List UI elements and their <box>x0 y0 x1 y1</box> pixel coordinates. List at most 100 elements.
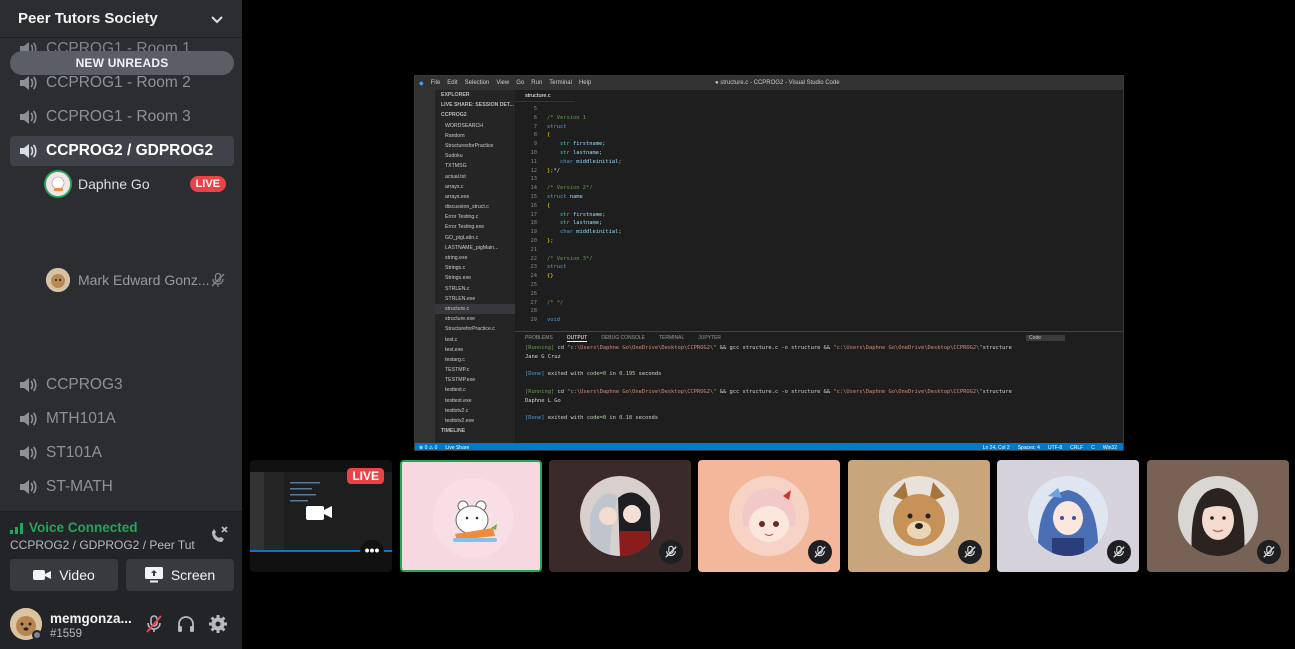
server-header[interactable]: Peer Tutors Society <box>0 0 242 38</box>
voice-user-daphne[interactable]: Daphne Go LIVE <box>46 170 234 198</box>
explorer-item[interactable]: LASTNAME_pigMain... <box>435 243 515 253</box>
more-options-button[interactable]: ••• <box>360 540 384 564</box>
explorer-item[interactable]: testtxtv2.exe <box>435 416 515 426</box>
explorer-item[interactable]: Error Testing.c <box>435 212 515 222</box>
explorer-item[interactable]: testtxtv2.c <box>435 406 515 416</box>
explorer-item[interactable]: CCPROG2 <box>435 110 515 120</box>
participant-tile-daphne[interactable] <box>400 460 542 572</box>
voice-status[interactable]: Voice Connected <box>10 520 138 535</box>
mic-muted-icon <box>814 545 826 558</box>
panel-tab[interactable]: JUPYTER <box>698 335 721 341</box>
chevron-down-icon[interactable] <box>210 12 224 26</box>
participant-tile-5[interactable] <box>997 460 1139 572</box>
explorer-item[interactable]: GO_pigLatin.c <box>435 233 515 243</box>
line-text: void <box>547 317 560 324</box>
explorer-item[interactable]: WORDSEARCH <box>435 121 515 131</box>
channel-ccprog2-gdprog2[interactable]: CCPROG2 / GDPROG2 <box>10 136 234 166</box>
code-line: 14 /* Version 2*/ <box>515 184 1123 193</box>
explorer-item[interactable]: actual.txt <box>435 172 515 182</box>
discord-app: Peer Tutors Society CCPROG1 - Room 1 NEW… <box>0 0 1295 649</box>
explorer-item[interactable]: Strings.c <box>435 263 515 273</box>
line-number: 26 <box>530 290 538 297</box>
screen-share-button[interactable]: Screen <box>126 559 234 591</box>
channel-st101a[interactable]: ST101A <box>10 438 234 468</box>
menu-go: Go <box>516 80 525 86</box>
participant-tile-3[interactable] <box>698 460 840 572</box>
camera-icon <box>33 570 52 580</box>
explorer-item[interactable]: discussion_struct.c <box>435 202 515 212</box>
explorer-item[interactable]: testtext.c <box>435 385 515 395</box>
explorer-item[interactable]: structure.exe <box>435 314 515 324</box>
speaker-icon <box>20 76 37 90</box>
live-badge: LIVE <box>347 468 384 484</box>
panel-tab[interactable]: PROBLEMS <box>525 335 553 341</box>
participant-tile-2[interactable] <box>549 460 691 572</box>
disconnect-icon[interactable] <box>208 524 230 546</box>
mic-muted-indicator <box>1107 540 1131 564</box>
line-number: 9 <box>533 141 537 148</box>
panel-tab[interactable]: TERMINAL <box>659 335 684 341</box>
explorer-item[interactable]: testtext.exe <box>435 396 515 406</box>
panel-tab[interactable]: DEBUG CONSOLE <box>601 335 645 341</box>
code-line: 6 /* Version 1 <box>515 114 1123 123</box>
voice-user-mark[interactable]: Mark Edward Gonz... <box>46 266 234 294</box>
explorer-item[interactable]: TESTMP.exe <box>435 375 515 385</box>
voice-location[interactable]: CCPROG2 / GDPROG2 / Peer Tut... <box>10 538 195 552</box>
explorer-item[interactable]: arrays.c <box>435 182 515 192</box>
live-badge: LIVE <box>189 176 226 192</box>
explorer-item[interactable]: StructureforPractice.c <box>435 324 515 334</box>
code-line: 25 <box>515 281 1123 290</box>
channel-ccprog3[interactable]: CCPROG3 <box>10 370 234 400</box>
channel-label: CCPROG2 / GDPROG2 <box>46 142 214 159</box>
explorer-item[interactable]: TXTMSG <box>435 161 515 171</box>
explorer-item[interactable]: string.exe <box>435 253 515 263</box>
explorer-item[interactable]: STRLEN.c <box>435 284 515 294</box>
line-number: 10 <box>530 149 538 156</box>
explorer-item[interactable]: STRLEN.exe <box>435 294 515 304</box>
status-platform: Win32 <box>1102 444 1117 451</box>
channel-mth101a[interactable]: MTH101A <box>10 404 234 434</box>
code-editor: structure.c 5 6/* Version 1 7 struct 8{9 str… <box>515 90 1123 330</box>
line-number: 15 <box>530 193 538 200</box>
explorer-item[interactable]: Error Testing.exe <box>435 222 515 232</box>
participant-tile-6[interactable] <box>1147 460 1289 572</box>
avatar <box>580 476 660 556</box>
channel-ccprog1-room3[interactable]: CCPROG1 - Room 3 <box>10 102 234 132</box>
mic-muted-icon <box>665 545 677 558</box>
explorer-item[interactable]: arrays.exe <box>435 192 515 202</box>
explorer-item[interactable]: LIVE SHARE: SESSION DET... <box>435 100 515 110</box>
explorer-item[interactable]: TIMELINE <box>435 426 515 436</box>
mic-muted-icon[interactable] <box>144 614 164 634</box>
output-line: [Running] cd "c:\Users\Daphne Go\OneDriv… <box>525 345 1012 351</box>
gear-icon[interactable] <box>208 614 228 634</box>
stream-preview-tile[interactable]: LIVE ••• <box>250 460 392 572</box>
explorer-item[interactable]: testarg.c <box>435 355 515 365</box>
screen-share-stream[interactable]: ◆ File Edit Selection View Go Run Termin… <box>414 75 1124 451</box>
video-button[interactable]: Video <box>10 559 118 591</box>
channel-label: MTH101A <box>46 410 116 427</box>
explorer-item[interactable]: structure.c <box>435 303 515 315</box>
panel-tab[interactable]: OUTPUT <box>566 335 588 342</box>
line-number: 22 <box>530 255 538 262</box>
code-line: 5 <box>515 105 1123 114</box>
line-number: 7 <box>533 123 537 130</box>
line-text: str firstname; <box>559 141 606 148</box>
mic-muted-indicator <box>808 540 832 564</box>
code-line: 13 <box>515 175 1123 184</box>
explorer-item[interactable]: TESTMP.c <box>435 365 515 375</box>
channel-st-math[interactable]: ST-MATH <box>10 472 234 502</box>
explorer-item[interactable]: test.exe <box>435 345 515 355</box>
explorer-item[interactable]: Strings.exe <box>435 273 515 283</box>
participant-tile-mark[interactable] <box>848 460 990 572</box>
output-channel-select[interactable]: Code <box>1026 335 1065 341</box>
menu-run: Run <box>531 80 543 86</box>
explorer-item[interactable]: Random <box>435 131 515 141</box>
line-text: /* Version 2*/ <box>547 185 593 192</box>
status-liveshare: Live Share <box>445 444 470 451</box>
explorer-item[interactable]: Sudoku <box>435 151 515 161</box>
headphones-icon[interactable] <box>176 614 196 634</box>
explorer-item[interactable]: test.c <box>435 335 515 345</box>
explorer-item[interactable]: StructuresforPractice <box>435 141 515 151</box>
line-text: {} <box>547 273 554 280</box>
channel-ccprog1-room2[interactable]: CCPROG1 - Room 2 <box>10 68 234 98</box>
